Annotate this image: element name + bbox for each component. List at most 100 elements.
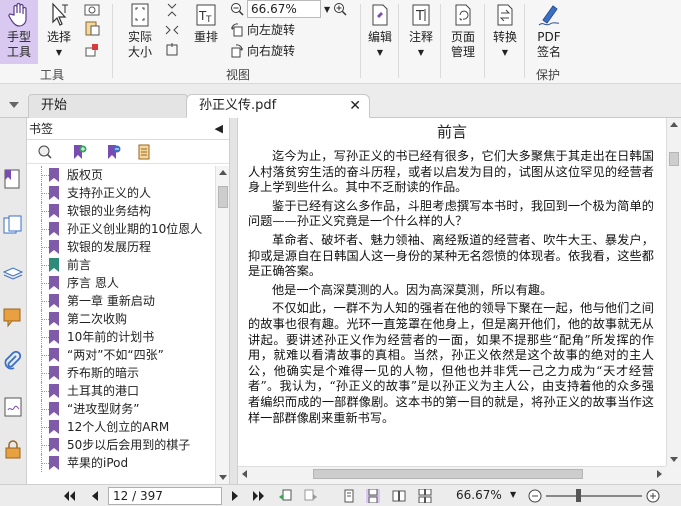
first-page-icon[interactable] (62, 489, 76, 503)
previous-page-icon[interactable] (88, 489, 102, 503)
bookmark-scrollbar[interactable] (215, 166, 229, 484)
fit-visible-icon[interactable] (164, 42, 180, 58)
bookmark-item[interactable]: “进攻型财务” (27, 400, 213, 418)
bookmark-item[interactable]: 土耳其的港口 (27, 382, 213, 400)
tree-connector (42, 265, 49, 266)
scrollbar-thumb[interactable] (218, 186, 228, 208)
scroll-up-arrow[interactable] (219, 170, 227, 175)
tree-connector (42, 427, 49, 428)
rotate-right-button[interactable]: 向右旋转 (230, 42, 295, 59)
delete-bookmark-icon[interactable] (105, 144, 121, 160)
bookmark-item[interactable]: 软银的业务结构 (27, 202, 213, 220)
expand-all-bookmarks-icon[interactable] (37, 144, 53, 160)
single-page-icon[interactable] (342, 489, 356, 503)
fit-page-icon[interactable] (164, 2, 180, 18)
add-bookmark-icon[interactable] (71, 144, 87, 160)
next-page-icon[interactable] (228, 489, 242, 503)
bookmark-item[interactable]: 12个人创立的ARM (27, 418, 213, 436)
bookmark-label: 10年前的计划书 (67, 330, 155, 344)
tree-connector (42, 211, 49, 212)
bookmark-item[interactable]: 50步以后会用到的棋子 (27, 436, 213, 454)
bookmark-item[interactable]: 孙正义创业期的10位恩人 (27, 220, 213, 238)
tree-connector (42, 445, 49, 446)
lock-icon[interactable] (2, 438, 24, 460)
actual-size-label: 实际 大小 (127, 30, 152, 59)
scroll-down-arrow[interactable] (219, 475, 227, 480)
bookmark-item[interactable]: 第一章 重新启动 (27, 292, 213, 310)
snapshot-icon[interactable] (84, 2, 100, 16)
zoom-out-icon[interactable] (528, 489, 542, 503)
actual-size-icon (131, 3, 149, 27)
layers-icon[interactable] (2, 260, 24, 282)
attachment-icon[interactable] (2, 350, 24, 372)
scroll-right-arrow[interactable] (657, 470, 662, 478)
bookmark-item[interactable]: 第二次收购 (27, 310, 213, 328)
chevron-down-icon[interactable]: ▼ (510, 490, 516, 499)
bookmark-label: 第一章 重新启动 (67, 294, 155, 308)
select-button[interactable]: 选择 ▼ (42, 2, 76, 60)
bookmark-item[interactable]: 版权页 (27, 166, 213, 184)
zoom-slider-handle[interactable] (576, 489, 581, 502)
pdf-sign-button[interactable]: PDF 签名 (532, 2, 566, 60)
bookmark-item[interactable]: 前言 (27, 256, 213, 274)
scrollbar-thumb[interactable] (669, 152, 679, 166)
bookmark-item[interactable]: 苹果的iPod (27, 454, 213, 472)
next-view-icon[interactable] (304, 489, 318, 503)
bookmark-label: 土耳其的港口 (67, 384, 140, 398)
bookmark-item[interactable]: 10年前的计划书 (27, 328, 213, 346)
scroll-up-arrow[interactable] (670, 122, 678, 127)
bookmark-item[interactable]: 乔布斯的暗示 (27, 364, 213, 382)
continuous-facing-icon[interactable] (418, 489, 432, 503)
zoom-input[interactable]: 66.67% (247, 0, 321, 18)
page-manage-button[interactable]: 页面 管理 (446, 2, 480, 60)
close-icon[interactable]: ✕ (349, 95, 361, 117)
bookmark-label: 软银的业务结构 (67, 204, 152, 218)
edit-button[interactable]: 编辑 ▼ (366, 2, 394, 60)
reflow-button[interactable]: TT 重排 (190, 2, 222, 45)
format-icon[interactable] (84, 42, 100, 58)
zoom-level[interactable]: 66.67% (456, 488, 502, 502)
convert-icon (497, 4, 513, 26)
zoom-slider-track[interactable] (546, 495, 642, 497)
scroll-down-arrow[interactable] (670, 457, 678, 462)
document-page: 前言 迄今为止，写孙正义的书已经有很多，它们大多聚焦于其走出在日韩国人村落贫穷生… (238, 118, 666, 466)
panel-splitter[interactable] (230, 118, 238, 484)
pages-thumbnail-icon[interactable] (2, 214, 24, 236)
bookmark-panel: 书签 ◀ 版权页 支持孙正义的人 软银的业务结构 孙正义创业期的10位恩人 软银的发展历… (27, 118, 230, 484)
continuous-page-icon[interactable] (366, 489, 380, 503)
convert-button[interactable]: 转换 ▼ (490, 2, 520, 60)
zoom-in-icon[interactable] (333, 2, 347, 16)
annotate-button[interactable]: T 注释 ▼ (406, 2, 436, 60)
bookmark-item[interactable]: “两对”不如“四张” (27, 346, 213, 364)
zoom-out-icon[interactable] (230, 2, 244, 16)
hand-tool-button[interactable]: 手型 工具 (0, 0, 38, 64)
last-page-icon[interactable] (252, 489, 266, 503)
zoom-in-icon[interactable] (646, 489, 660, 503)
rotate-left-button[interactable]: 向左旋转 (230, 21, 295, 38)
bookmark-properties-icon[interactable] (137, 144, 153, 160)
scroll-left-arrow[interactable] (242, 470, 247, 478)
document-vertical-scrollbar[interactable] (666, 118, 681, 466)
bookmark-item[interactable]: 支持孙正义的人 (27, 184, 213, 202)
clipboard-icon[interactable] (84, 20, 100, 36)
bookmark-item[interactable]: 序言 恩人 (27, 274, 213, 292)
actual-size-button[interactable]: 实际 大小 (124, 2, 156, 60)
signature-panel-icon[interactable] (2, 396, 24, 418)
collapse-panel-icon[interactable]: ◀ (215, 118, 223, 140)
bookmark-flag-icon (49, 186, 59, 200)
bookmark-flag-icon (49, 456, 59, 470)
tab-document[interactable]: 孙正义传.pdf ✕ (186, 94, 370, 118)
chevron-down-icon: ▼ (501, 48, 509, 57)
facing-page-icon[interactable] (392, 489, 406, 503)
comments-icon[interactable] (2, 306, 24, 328)
document-horizontal-scrollbar[interactable] (238, 466, 666, 480)
page-number-input[interactable]: 12 / 397 (108, 487, 222, 505)
bookmark-item[interactable]: 软银的发展历程 (27, 238, 213, 256)
chevron-down-icon[interactable]: ▼ (324, 5, 330, 14)
chevron-down-icon[interactable] (8, 100, 20, 110)
tab-home[interactable]: 开始 (28, 94, 188, 118)
scrollbar-thumb[interactable] (313, 469, 583, 479)
bookmark-panel-icon[interactable] (2, 168, 24, 190)
fit-width-icon[interactable] (164, 22, 180, 38)
previous-view-icon[interactable] (278, 489, 292, 503)
